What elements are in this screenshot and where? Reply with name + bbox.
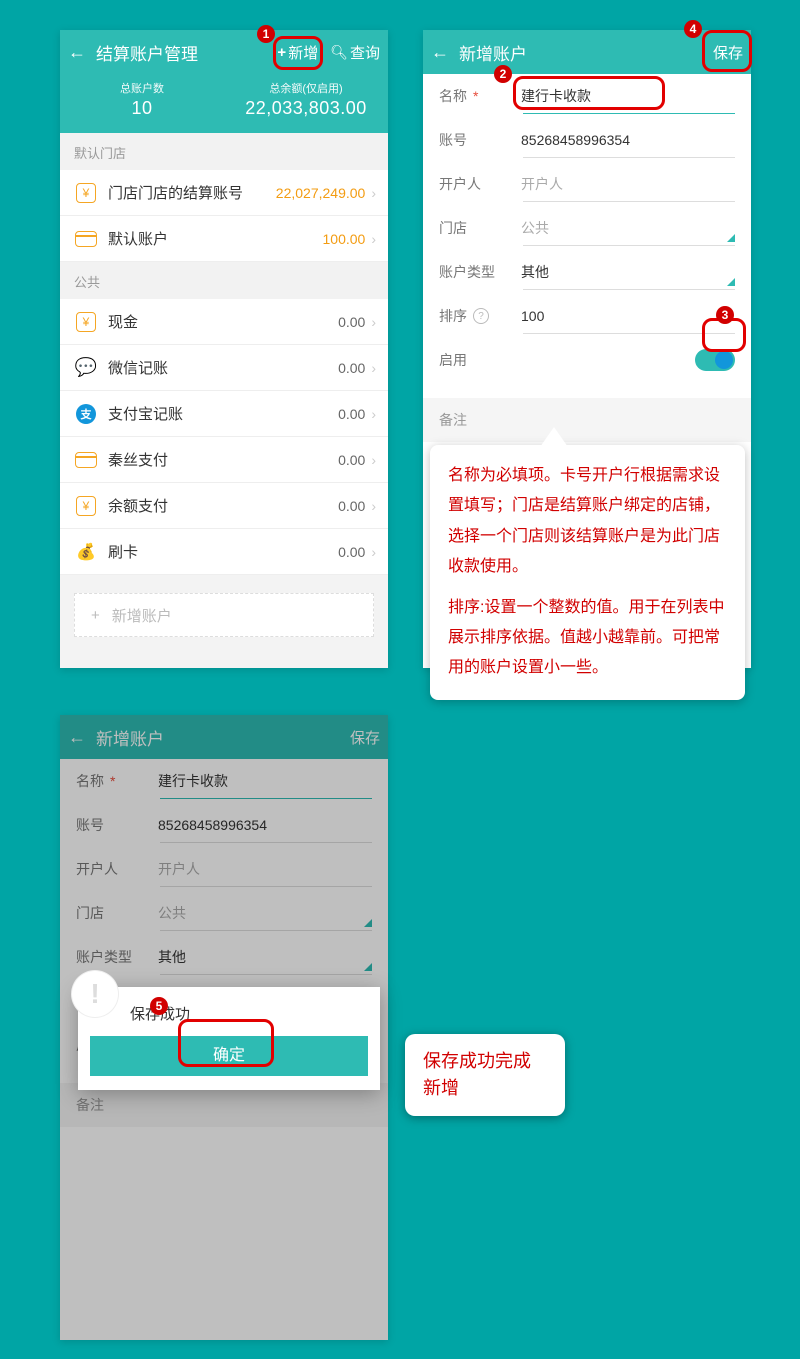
section-header: 默认门店 [60, 133, 388, 170]
list-item[interactable]: 💰 刷卡 0.00 › [60, 529, 388, 575]
stats-bar: 总账户数 10 总余额(仅启用) 22,033,803.00 [60, 74, 388, 133]
callout-number: 1 [257, 25, 275, 43]
alipay-icon: 支 [76, 404, 96, 424]
back-icon[interactable]: ← [68, 42, 86, 63]
callout-number: 3 [716, 306, 734, 324]
holder-input[interactable]: 开户人 [521, 170, 735, 198]
field-label: 账户类型 [439, 262, 521, 282]
field-label: 名称 [439, 86, 467, 106]
page-title: 新增账户 [459, 40, 701, 65]
list-item[interactable]: 💬 微信记账 0.00 › [60, 345, 388, 391]
field-label: 开户人 [439, 174, 521, 194]
callout-number: 2 [494, 65, 512, 83]
page-title: 结算账户管理 [96, 40, 265, 65]
note-callout: 保存成功完成新增 [405, 1034, 565, 1116]
chevron-right-icon: › [371, 544, 376, 560]
list-item[interactable]: 支 支付宝记账 0.00 › [60, 391, 388, 437]
list-item[interactable]: 默认账户 100.00 › [60, 216, 388, 262]
chevron-right-icon: › [371, 360, 376, 376]
section-header: 公共 [60, 262, 388, 299]
remark-label: 备注 [423, 398, 751, 442]
info-icon: ! [72, 971, 118, 1017]
help-icon[interactable]: ? [473, 308, 489, 324]
chevron-right-icon: › [371, 452, 376, 468]
screen-account-list: ← 结算账户管理 +新增 🔍︎查询 总账户数 10 总余额(仅启用) 22,03… [60, 30, 388, 668]
field-label: 账号 [439, 130, 521, 150]
dropdown-icon [727, 278, 735, 286]
stat-count-label: 总账户数 [60, 80, 224, 96]
card-icon [75, 452, 97, 468]
chevron-right-icon: › [371, 314, 376, 330]
store-select[interactable]: 公共 [521, 214, 735, 242]
field-label: 排序 [439, 306, 467, 326]
callout-number: 4 [684, 20, 702, 38]
search-button[interactable]: 🔍︎查询 [330, 42, 380, 63]
chevron-right-icon: › [371, 406, 376, 422]
chevron-right-icon: › [371, 498, 376, 514]
yen-outline-icon: ¥ [76, 312, 96, 332]
wechat-icon: 💬 [76, 358, 96, 378]
help-callout: 名称为必填项。卡号开户行根据需求设置填写；门店是结算账户绑定的店铺，选择一个门店… [430, 445, 745, 700]
yen-outline-icon: ¥ [76, 496, 96, 516]
list-item[interactable]: ¥ 现金 0.00 › [60, 299, 388, 345]
stat-balance-label: 总余额(仅启用) [224, 80, 388, 96]
list-item[interactable]: 秦丝支付 0.00 › [60, 437, 388, 483]
dropdown-icon [727, 234, 735, 242]
yen-outline-icon: ¥ [76, 183, 96, 203]
callout-marker [178, 1019, 274, 1067]
chevron-right-icon: › [371, 185, 376, 201]
callout-number: 5 [150, 997, 168, 1015]
callout-marker [273, 36, 323, 70]
card-icon [75, 231, 97, 247]
add-account-button[interactable]: + 新增账户 [74, 593, 374, 637]
callout-marker [513, 76, 665, 110]
type-select[interactable]: 其他 [521, 258, 735, 286]
list-item[interactable]: ¥ 余额支付 0.00 › [60, 483, 388, 529]
titlebar: ← 结算账户管理 +新增 🔍︎查询 [60, 30, 388, 74]
field-label: 门店 [439, 218, 521, 238]
enable-toggle[interactable] [695, 349, 735, 371]
field-label: 启用 [439, 350, 521, 370]
chevron-right-icon: › [371, 231, 376, 247]
account-input[interactable]: 85268458996354 [521, 128, 735, 152]
callout-marker [702, 30, 752, 72]
stat-count-value: 10 [60, 98, 224, 119]
plus-icon: + [91, 607, 100, 624]
back-icon[interactable]: ← [431, 42, 449, 63]
bag-icon: 💰 [76, 542, 96, 562]
list-item[interactable]: ¥ 门店门店的结算账号 22,027,249.00 › [60, 170, 388, 216]
stat-balance-value: 22,033,803.00 [224, 98, 388, 119]
